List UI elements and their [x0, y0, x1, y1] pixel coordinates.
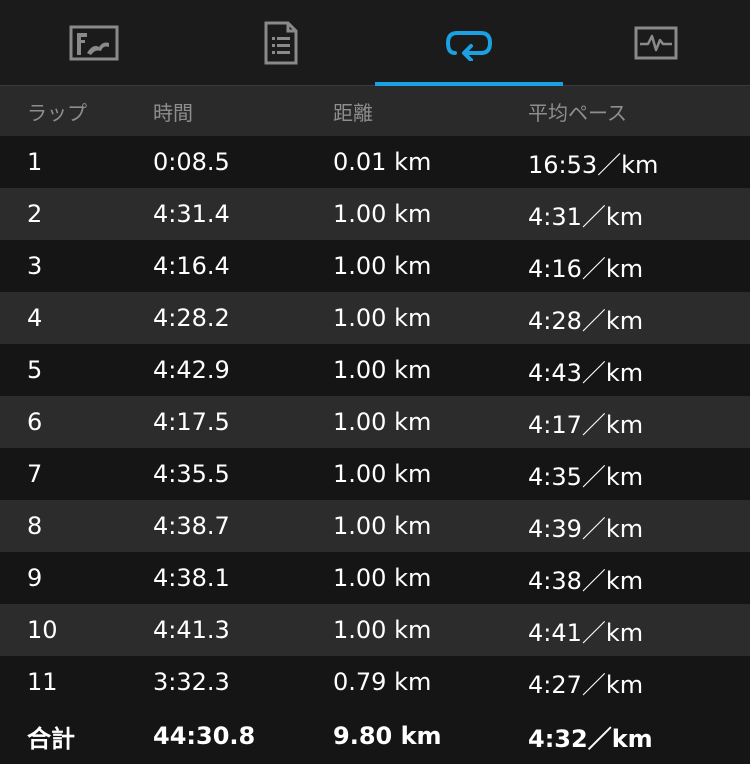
activity-graph-icon — [634, 26, 678, 60]
lap-number: 5 — [27, 356, 43, 384]
lap-time: 4:42.9 — [153, 356, 230, 384]
lap-time: 4:17.5 — [153, 408, 230, 436]
table-row[interactable]: 9 4:38.1 1.00 km 4:38／km — [0, 552, 750, 604]
lap-time: 4:16.4 — [153, 252, 230, 280]
lap-distance: 1.00 km — [333, 512, 432, 540]
lap-distance: 1.00 km — [333, 304, 432, 332]
laps-loop-icon — [445, 25, 493, 61]
lap-pace: 4:39／km — [528, 514, 644, 543]
lap-distance: 1.00 km — [333, 252, 432, 280]
lap-distance: 1.00 km — [333, 564, 432, 592]
table-row[interactable]: 3 4:16.4 1.00 km 4:16／km — [0, 240, 750, 292]
lap-distance: 1.00 km — [333, 408, 432, 436]
table-row[interactable]: 10 4:41.3 1.00 km 4:41／km — [0, 604, 750, 656]
lap-pace: 4:38／km — [528, 566, 644, 595]
lap-pace: 4:43／km — [528, 358, 644, 387]
table-row[interactable]: 7 4:35.5 1.00 km 4:35／km — [0, 448, 750, 500]
header-lap: ラップ — [27, 100, 87, 125]
details-list-icon — [264, 21, 298, 65]
lap-pace: 4:27／km — [528, 670, 644, 699]
tab-activity-graph[interactable] — [563, 0, 750, 85]
lap-time: 4:28.2 — [153, 304, 230, 332]
lap-pace: 4:16／km — [528, 254, 644, 283]
header-distance: 距離 — [333, 100, 373, 125]
lap-pace: 4:31／km — [528, 202, 644, 231]
lap-distance: 1.00 km — [333, 356, 432, 384]
total-distance: 9.80 km — [333, 722, 442, 750]
lap-number: 11 — [27, 668, 58, 696]
lap-number: 3 — [27, 252, 43, 280]
total-pace: 4:32／km — [528, 724, 653, 753]
total-row: 合計 44:30.8 9.80 km 4:32／km — [0, 708, 750, 764]
lap-distance: 0.79 km — [333, 668, 432, 696]
lap-number: 7 — [27, 460, 43, 488]
laps-table: ラップ 時間 距離 平均ペース 1 0:08.5 0.01 km 16:53／k… — [0, 86, 750, 764]
table-header: ラップ 時間 距離 平均ペース — [0, 86, 750, 136]
map-icon — [69, 25, 119, 61]
table-row[interactable]: 8 4:38.7 1.00 km 4:39／km — [0, 500, 750, 552]
lap-pace: 4:28／km — [528, 306, 644, 335]
tab-bar — [0, 0, 750, 86]
lap-pace: 4:17／km — [528, 410, 644, 439]
lap-number: 4 — [27, 304, 43, 332]
lap-time: 4:35.5 — [153, 460, 230, 488]
lap-number: 1 — [27, 148, 43, 176]
lap-distance: 1.00 km — [333, 616, 432, 644]
lap-time: 4:31.4 — [153, 200, 230, 228]
table-row[interactable]: 4 4:28.2 1.00 km 4:28／km — [0, 292, 750, 344]
table-row[interactable]: 6 4:17.5 1.00 km 4:17／km — [0, 396, 750, 448]
tab-map[interactable] — [0, 0, 188, 85]
header-pace: 平均ペース — [528, 100, 627, 125]
lap-number: 10 — [27, 616, 58, 644]
lap-time: 4:38.7 — [153, 512, 230, 540]
total-time: 44:30.8 — [153, 722, 256, 750]
lap-time: 4:38.1 — [153, 564, 230, 592]
lap-distance: 0.01 km — [333, 148, 432, 176]
table-row[interactable]: 11 3:32.3 0.79 km 4:27／km — [0, 656, 750, 708]
lap-number: 6 — [27, 408, 43, 436]
table-row[interactable]: 1 0:08.5 0.01 km 16:53／km — [0, 136, 750, 188]
lap-number: 2 — [27, 200, 43, 228]
lap-distance: 1.00 km — [333, 200, 432, 228]
table-row[interactable]: 2 4:31.4 1.00 km 4:31／km — [0, 188, 750, 240]
lap-number: 9 — [27, 564, 43, 592]
lap-distance: 1.00 km — [333, 460, 432, 488]
lap-time: 4:41.3 — [153, 616, 230, 644]
tab-details[interactable] — [188, 0, 376, 85]
total-label: 合計 — [27, 724, 75, 753]
lap-time: 3:32.3 — [153, 668, 230, 696]
table-row[interactable]: 5 4:42.9 1.00 km 4:43／km — [0, 344, 750, 396]
lap-pace: 4:41／km — [528, 618, 644, 647]
lap-number: 8 — [27, 512, 43, 540]
lap-pace: 4:35／km — [528, 462, 644, 491]
header-time: 時間 — [153, 100, 193, 125]
lap-pace: 16:53／km — [528, 150, 659, 179]
lap-time: 0:08.5 — [153, 148, 230, 176]
tab-laps[interactable] — [375, 0, 563, 86]
